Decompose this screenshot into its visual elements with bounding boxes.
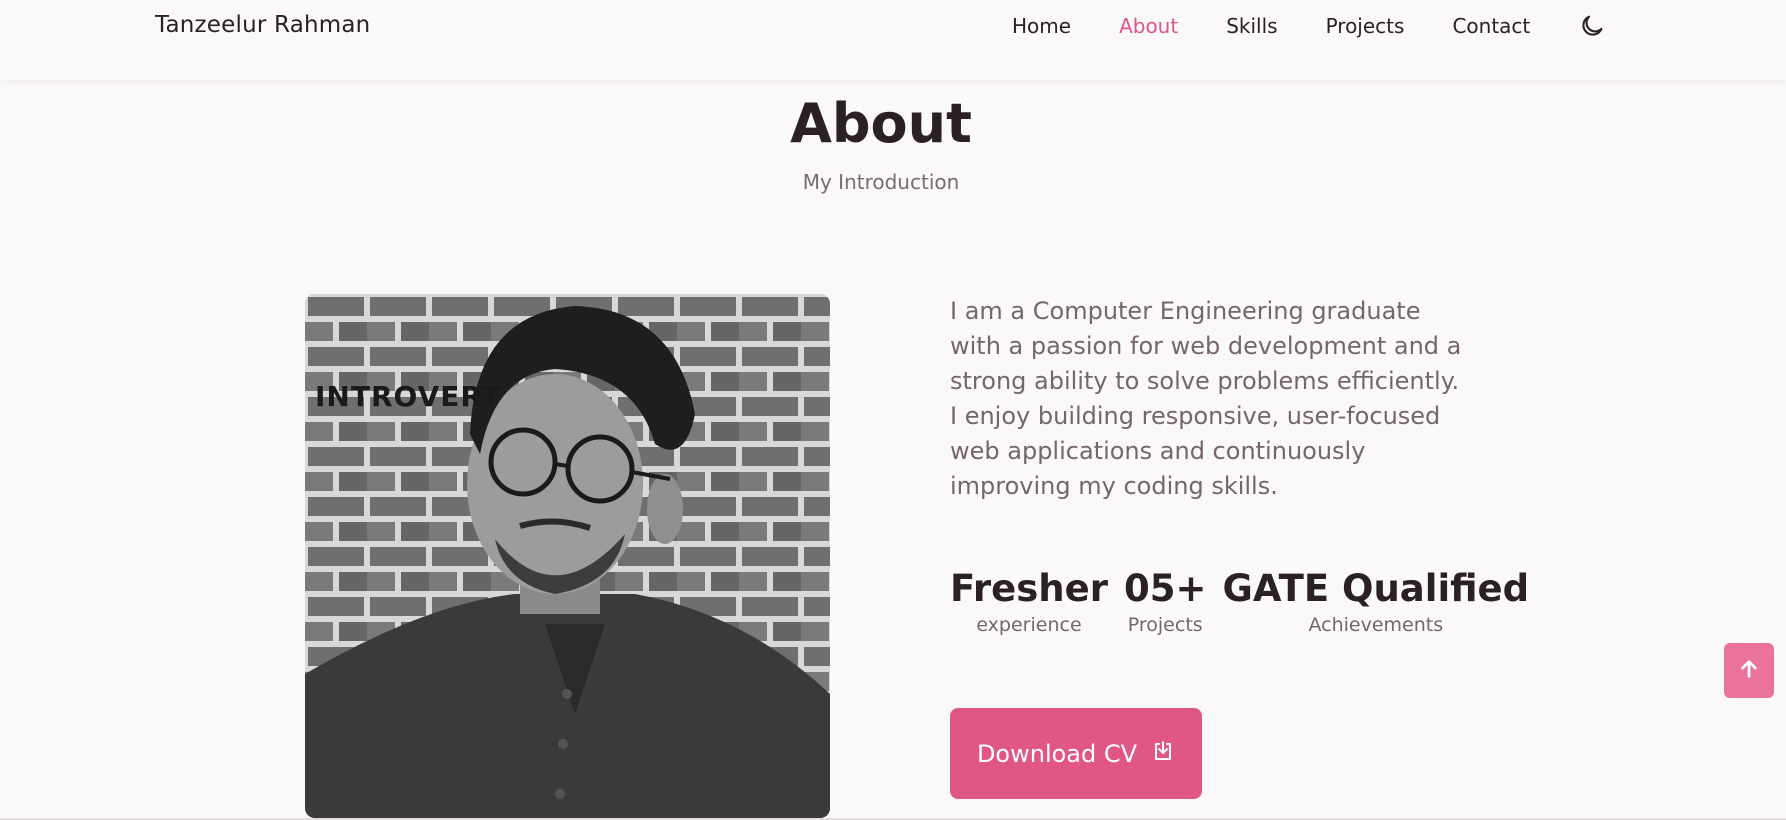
nav-link-contact[interactable]: Contact — [1452, 14, 1530, 38]
navbar: Tanzeelur Rahman Home About Skills Proje… — [0, 0, 1786, 80]
stat-value: Fresher — [950, 567, 1108, 610]
stat-achievements: GATE Qualified Achievements — [1222, 567, 1529, 636]
nav-link-projects[interactable]: Projects — [1326, 14, 1405, 38]
stat-label: experience — [976, 614, 1082, 636]
moon-icon[interactable] — [1578, 12, 1606, 40]
stat-value: 05+ — [1123, 567, 1207, 610]
scroll-to-top-button[interactable] — [1724, 643, 1774, 698]
section-subtitle: My Introduction — [802, 170, 960, 194]
svg-text:INTROVERT: INTROVERT — [315, 380, 502, 413]
stat-value: GATE Qualified — [1222, 567, 1530, 610]
download-cv-button[interactable]: Download CV — [950, 708, 1202, 799]
nav-link-about[interactable]: About — [1119, 14, 1178, 38]
stat-label: Achievements — [1308, 614, 1444, 636]
download-cv-label: Download CV — [976, 739, 1138, 768]
nav-link-home[interactable]: Home — [1012, 14, 1071, 38]
stat-label: Projects — [1127, 614, 1203, 636]
nav-links: Home About Skills Projects Contact — [1012, 14, 1578, 38]
section-title: About — [790, 92, 972, 155]
stat-projects: 05+ Projects — [1124, 567, 1207, 636]
profile-photo: INTROVERT — [305, 294, 830, 818]
site-logo[interactable]: Tanzeelur Rahman — [155, 12, 370, 38]
download-icon — [1151, 739, 1175, 769]
stats-row: Fresher experience 05+ Projects GATE Qua… — [950, 567, 1545, 636]
nav-link-skills[interactable]: Skills — [1226, 14, 1277, 38]
arrow-up-icon — [1738, 658, 1760, 684]
about-description: I am a Computer Engineering graduate wit… — [950, 297, 1462, 500]
stat-experience: Fresher experience — [950, 567, 1108, 636]
